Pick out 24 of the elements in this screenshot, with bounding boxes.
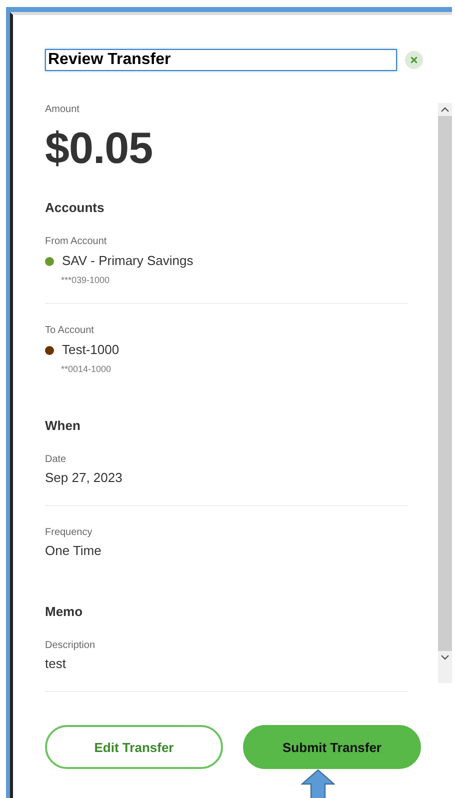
account-name: SAV - Primary Savings <box>62 252 194 270</box>
field-label: Amount <box>45 103 80 116</box>
scroll-down-icon[interactable] <box>441 655 449 660</box>
field-label: Description <box>45 639 96 652</box>
field-label: Frequency <box>45 526 94 539</box>
section-heading: Accounts <box>45 200 106 215</box>
scroll-up-icon[interactable] <box>441 107 449 112</box>
section-heading: Memo <box>45 604 84 619</box>
field-value: One Time <box>45 542 102 560</box>
up-arrow-drawing <box>301 769 335 798</box>
field-label: To Account <box>45 324 95 337</box>
account-number: **0014-1000 <box>61 364 112 374</box>
amount-value: $0.05 <box>45 124 154 174</box>
title-field[interactable]: Review Transfer <box>45 49 397 71</box>
field-label: Date <box>45 453 68 466</box>
field-value: Sep 27, 2023 <box>45 469 124 487</box>
account-name: Test-1000 <box>62 341 120 359</box>
section-heading: When <box>45 418 82 433</box>
submit-button[interactable]: Submit Transfer <box>243 725 421 769</box>
field-value: test <box>45 655 67 673</box>
account-number: ***039-1000 <box>61 275 111 285</box>
field-label: From Account <box>45 235 108 248</box>
close-icon[interactable] <box>405 51 423 69</box>
edit-button[interactable]: Edit Transfer <box>45 725 223 769</box>
